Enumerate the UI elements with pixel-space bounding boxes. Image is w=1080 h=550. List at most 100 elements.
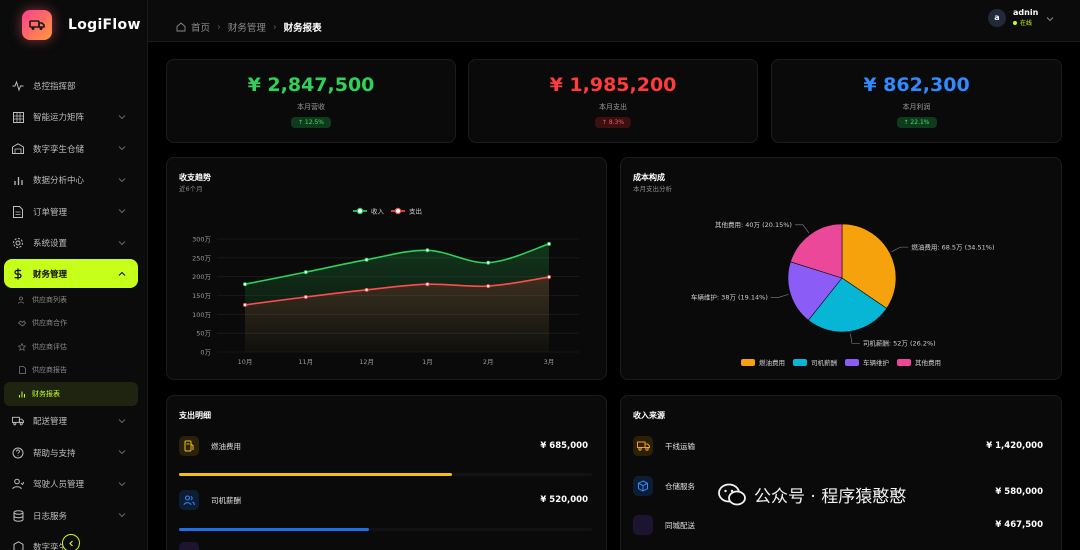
legend-label: 燃油费用 [759,359,785,367]
legend-swatch [793,358,807,366]
pie-label: 车辆维护: 38万 (19.14%) [691,293,768,302]
status-dot [1013,20,1017,25]
breadcrumb-finance[interactable]: 财务管理 [228,20,266,34]
sidebar-item-command[interactable]: 总控指挥部 [0,70,148,102]
breadcrumb-separator-icon: › [272,21,277,33]
chevron-up-icon [118,270,128,280]
sidebar-item-logs[interactable]: 日志服务 [0,500,148,532]
data-point [364,257,369,262]
fuel-icon [179,436,199,456]
sidebar-item-delivery[interactable]: 配送管理 [0,406,148,438]
chevron-down-icon [118,511,128,521]
sidebar-item-drivers[interactable]: 驾驶人员管理 [0,469,148,501]
data-point [486,284,491,289]
y-tick-label: 0万 [200,349,211,357]
y-tick-label: 100万 [192,311,211,319]
chevron-down-icon [118,176,128,186]
expense-row[interactable]: 司机薪酬 ¥ 520,000 [179,487,592,513]
pulse-icon [12,80,24,92]
expense-row[interactable]: 燃油费用 ¥ 685,000 [179,433,592,459]
income-row[interactable]: 干线运输 ¥ 1,420,000 [633,433,1047,459]
watermark-text: 公众号 · 程序猿憨憨 [754,487,907,507]
legend-swatch [845,358,859,366]
user-menu[interactable]: a adnin 在线 [988,8,1054,27]
help-icon [12,447,24,459]
sidebar-subitem-supplier-coop[interactable]: 供应商合作 [4,312,138,336]
database-icon [12,509,24,522]
truck-icon [633,436,653,456]
sidebar-collapse-button[interactable] [62,534,80,550]
expense-progress-fill [179,473,452,476]
data-point [486,260,491,265]
pie-leader-line [891,246,909,253]
pie-label: 燃油费用: 68.5万 (34.51%) [911,242,994,251]
data-point [546,275,551,280]
legend-swatch [897,358,911,366]
breadcrumb-separator-icon: › [217,21,221,33]
pie-legend: 燃油费用 司机薪酬 车辆维护 其他费用 [741,357,949,367]
data-point [243,302,248,307]
kpi-value: ¥ 1,985,200 [549,74,677,96]
legend-item[interactable]: 车辆维护 [845,357,889,367]
y-tick-label: 50万 [196,330,211,338]
composition-card: 成本构成 本月支出分析 燃油费用: 68.5万 (34.51%) 司机薪酬: 52… [620,157,1062,380]
sidebar-item-capacity[interactable]: 智能运力矩阵 [0,102,148,134]
kpi-value: ¥ 862,300 [863,74,970,96]
sidebar-subitem-supplier-report[interactable]: 供应商报告 [4,359,138,383]
sidebar-item-label: 日志服务 [33,511,68,522]
home-icon[interactable] [176,22,186,32]
sidebar-item-label: 配送管理 [33,417,68,428]
x-tick-label: 12月 [359,358,374,366]
bolt-icon [633,515,653,535]
sidebar-subitem-supplier-list[interactable]: 供应商列表 [4,288,138,312]
chevron-down-icon [118,480,128,490]
income-amount: ¥ 1,420,000 [986,441,1043,451]
legend-swatch [741,358,755,366]
app-name: LogiFlow [68,17,141,33]
kpi-value: ¥ 2,847,500 [247,74,375,96]
legend-label: 车辆维护 [863,359,889,367]
sidebar-item-label: 智能运力矩阵 [33,113,85,124]
kpi-label: 本月利润 [902,103,931,111]
y-tick-label: 300万 [192,236,211,244]
x-tick-label: 2月 [483,358,494,366]
sidebar-item-orders[interactable]: 订单管理 [0,196,148,228]
sidebar-item-settings[interactable]: 系统设置 [0,228,148,260]
legend-item[interactable]: 司机薪酬 [793,357,837,367]
brand[interactable]: LogiFlow [22,10,141,40]
sidebar-item-analytics[interactable]: 数据分析中心 [0,165,148,197]
sidebar-item-label: 数字孪生仓储 [33,144,85,155]
chevron-left-icon [68,540,75,547]
kpi-card-profit: ¥ 862,300 本月利润 ↑ 22.1% [771,59,1062,143]
income-row[interactable]: 同城配送 ¥ 467,500 [633,512,1047,538]
data-point [364,287,369,292]
income-name: 干线运输 [665,441,695,451]
x-tick-label: 11月 [298,358,313,366]
legend-label: 收入 [371,207,385,216]
breadcrumb-home[interactable]: 首页 [191,20,210,34]
trend-card: 收支趋势 近6个月 300万 250万 200万 150万 100万 50万 0万 10月 11… [166,157,607,380]
dollar-icon [12,268,24,280]
sidebar-item-help[interactable]: 帮助与支持 [0,437,148,469]
sidebar-subitem-supplier-eval[interactable]: 供应商评估 [4,335,138,359]
chevron-down-icon [118,417,128,427]
expense-name: 燃油费用 [211,441,241,451]
cost-pie-chart: 燃油费用: 68.5万 (34.51%) 司机薪酬: 52万 (26.2%) 车辆维… [691,220,995,347]
sidebar-item-warehouse[interactable]: 数字孪生仓储 [0,133,148,165]
legend-item[interactable]: 其他费用 [897,357,941,367]
pie-leader-line [850,333,860,344]
file-icon [18,366,26,375]
status-text: 在线 [1020,20,1033,27]
income-name: 同城配送 [665,520,695,530]
warehouse-icon [12,143,24,155]
sidebar-item-label: 数据分析中心 [33,176,85,187]
sidebar-item-label: 订单管理 [33,207,68,218]
user-info: adnin 在线 [1013,8,1038,27]
kpi-badge: ↑ 12.5% [291,117,331,128]
kpi-card-expense: ¥ 1,985,200 本月支出 ↑ 8.3% [468,59,758,143]
x-tick-label: 10月 [238,358,253,366]
sidebar-item-finance[interactable]: 财务管理 [4,259,138,288]
expense-progress-fill [179,528,369,531]
legend-item[interactable]: 燃油费用 [741,357,785,367]
sidebar-subitem-finance-report[interactable]: 财务报表 [4,382,138,406]
